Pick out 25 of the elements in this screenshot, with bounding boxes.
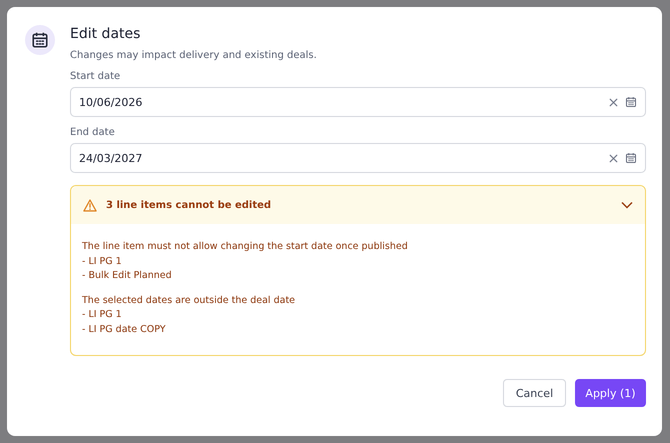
line-item: - LI PG date COPY bbox=[82, 322, 167, 336]
calendar-icon bbox=[31, 31, 49, 49]
field-label: Start date bbox=[70, 71, 122, 82]
calendar-icon[interactable] bbox=[625, 152, 637, 164]
line-item: - LI PG 1 bbox=[82, 254, 123, 268]
clear-icon[interactable] bbox=[609, 154, 618, 162]
warning-message: The selected dates are outside the deal date bbox=[82, 294, 296, 308]
line-item: - Bulk Edit Planned bbox=[82, 269, 173, 283]
dialog-subtitle: Changes may impact delivery and existing deals. bbox=[70, 50, 318, 61]
warning-header[interactable]: 3 line items cannot be edited bbox=[71, 186, 645, 224]
dialog-title: Edit dates bbox=[70, 26, 142, 42]
date-value: 24/03/2027 bbox=[79, 152, 144, 164]
date-field[interactable]: 10/06/2026 bbox=[70, 87, 646, 117]
warning-title: 3 line items cannot be edited bbox=[106, 200, 272, 210]
date-field[interactable]: 24/03/2027 bbox=[70, 143, 646, 173]
field-label: End date bbox=[70, 127, 116, 138]
clear-icon[interactable] bbox=[609, 98, 618, 106]
chevron-icon[interactable] bbox=[621, 201, 633, 209]
warning-icon bbox=[83, 198, 97, 212]
warning-message: The line item must not allow changing the start date once published bbox=[82, 240, 409, 254]
date-value: 10/06/2026 bbox=[79, 96, 144, 108]
apply-button[interactable]: Apply (1) bbox=[575, 379, 646, 407]
calendar-icon[interactable] bbox=[625, 96, 637, 108]
line-item: - LI PG 1 bbox=[82, 308, 123, 322]
cancel-button[interactable]: Cancel bbox=[503, 379, 566, 407]
